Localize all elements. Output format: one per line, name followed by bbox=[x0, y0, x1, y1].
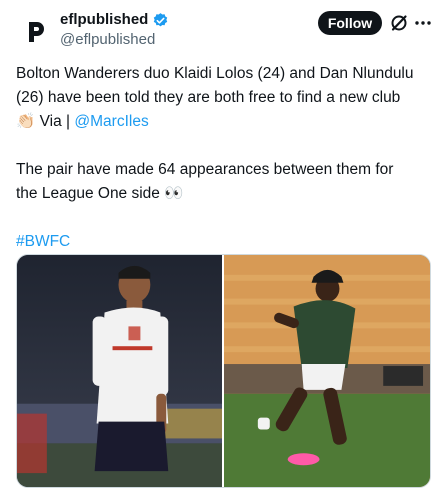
p-logo-icon bbox=[29, 22, 44, 42]
verified-badge-icon bbox=[154, 12, 168, 26]
author-names: eflpublished @eflpublished bbox=[60, 10, 169, 50]
eyes-emoji: 👀 bbox=[164, 185, 184, 202]
tweet-line: the League One side 👀 bbox=[16, 182, 434, 206]
handle[interactable]: @eflpublished bbox=[60, 30, 169, 50]
grok-icon[interactable] bbox=[389, 13, 409, 33]
tweet-line-text: the League One side bbox=[16, 185, 160, 202]
tweet-body: Bolton Wanderers duo Klaidi Lolos (24) a… bbox=[16, 62, 434, 254]
tweet-line: (26) have been told they are both free t… bbox=[16, 89, 401, 106]
more-icon[interactable] bbox=[413, 13, 433, 33]
tweet-credit-line: 👏🏻 Via | @MarcIles bbox=[16, 110, 434, 134]
mention-link[interactable]: @MarcIles bbox=[74, 113, 148, 130]
tweet-line: Bolton Wanderers duo Klaidi Lolos (24) a… bbox=[16, 65, 414, 82]
avatar[interactable] bbox=[16, 12, 56, 52]
display-name-text[interactable]: eflpublished bbox=[60, 10, 148, 30]
follow-button[interactable]: Follow bbox=[318, 11, 382, 35]
tweet-header: eflpublished @eflpublished Follow bbox=[0, 0, 446, 60]
display-name[interactable]: eflpublished bbox=[60, 10, 169, 30]
clap-emoji: 👏🏻 bbox=[16, 113, 36, 130]
media-grid bbox=[16, 254, 431, 488]
tweet-line: The pair have made 64 appearances betwee… bbox=[16, 161, 394, 178]
via-text: Via | bbox=[35, 113, 75, 130]
photo-player-left[interactable] bbox=[17, 255, 222, 487]
hashtag-link[interactable]: #BWFC bbox=[16, 230, 434, 254]
photo-player-right[interactable] bbox=[224, 255, 430, 487]
